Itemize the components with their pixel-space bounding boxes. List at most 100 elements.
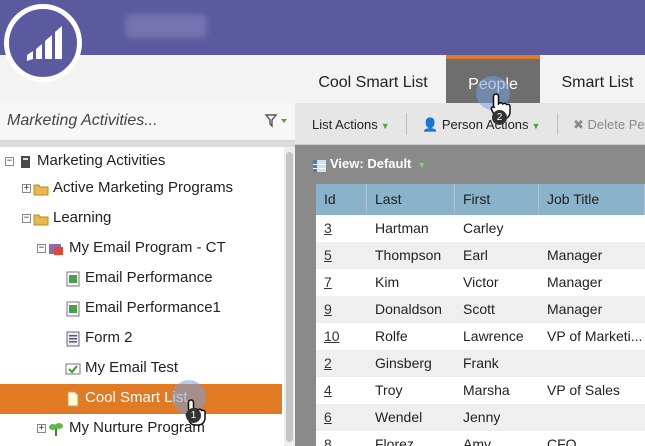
tree-label: Learning	[53, 209, 112, 226]
cell-id[interactable]: 4	[316, 377, 367, 404]
view-label: View: Default	[330, 156, 412, 171]
column-header-last[interactable]: Last	[367, 184, 455, 215]
person-icon: 👤	[422, 117, 442, 132]
people-toolbar: List Actions ▼ 👤 Person Actions ▼ ✖ Delete…	[295, 103, 645, 145]
email-test-icon	[65, 361, 81, 377]
cell-job-title: Manager	[547, 274, 603, 290]
cell-job-title: Manager	[547, 247, 603, 263]
tree-item-marketing-activities[interactable]: − Marketing Activities	[0, 147, 282, 177]
delete-person-label: Delete Pe	[587, 117, 645, 132]
tree-item-my-nurture-program[interactable]: + My Nurture Program	[0, 414, 282, 444]
cell-id[interactable]: 2	[316, 350, 367, 377]
tree-item-active-marketing-programs[interactable]: + Active Marketing Programs	[0, 174, 282, 204]
nurture-program-icon	[48, 421, 64, 437]
form-icon	[65, 331, 81, 347]
expand-icon[interactable]: +	[37, 424, 46, 433]
tab-smart-list[interactable]: Smart List	[540, 55, 645, 103]
cell-last: Wendel	[375, 409, 423, 425]
collapse-icon[interactable]: −	[22, 214, 31, 223]
root-icon	[18, 154, 34, 170]
tab-strip: Cool Smart List People Smart List	[0, 55, 645, 103]
toolbar-separator	[557, 113, 558, 135]
tree-label: Email Performance	[85, 269, 213, 286]
tree-search-box[interactable]: Marketing Activities...	[0, 103, 295, 141]
table-row[interactable]: 3 Hartman Carley	[316, 215, 645, 242]
table-row[interactable]: 2 Ginsberg Frank	[316, 350, 645, 377]
table-row[interactable]: 7 Kim Victor Manager	[316, 269, 645, 296]
dropdown-arrow-icon: ▼	[417, 160, 427, 170]
table-row[interactable]: 6 Wendel Jenny	[316, 404, 645, 431]
email-program-icon	[48, 241, 64, 257]
cell-last: Troy	[375, 382, 403, 398]
step-badge: 1	[186, 408, 201, 423]
top-header	[0, 0, 645, 55]
tree-item-form-2[interactable]: Form 2	[0, 324, 282, 354]
tree-item-learning[interactable]: − Learning	[0, 204, 282, 234]
report-icon	[65, 301, 81, 317]
tree-item-email-performance[interactable]: Email Performance	[0, 264, 282, 294]
tree-item-my-email-test[interactable]: My Email Test	[0, 354, 282, 384]
cell-job-title: VP of Sales	[547, 382, 620, 398]
tree-label: My Email Test	[85, 359, 179, 376]
grid-view-icon	[313, 157, 326, 172]
dropdown-arrow-icon: ▼	[531, 121, 541, 131]
cell-first: Frank	[463, 355, 499, 371]
grid-header-row: Id Last First Job Title	[316, 184, 645, 215]
cell-last: Kim	[375, 274, 400, 290]
table-row[interactable]: 9 Donaldson Scott Manager	[316, 296, 645, 323]
tree-label: Active Marketing Programs	[53, 179, 234, 196]
column-header-job-title[interactable]: Job Title	[539, 184, 645, 215]
tree-label: Email Performance1	[85, 299, 221, 316]
toolbar-separator	[406, 113, 407, 135]
view-selector[interactable]: View: Default ▼	[330, 156, 426, 171]
tree-item-my-email-program-ct[interactable]: − My Email Program - CT	[0, 234, 282, 264]
cell-id[interactable]: 6	[316, 404, 367, 431]
table-row[interactable]: 8 Florez Amy CFO	[316, 431, 645, 446]
report-icon	[65, 271, 81, 287]
column-header-first[interactable]: First	[455, 184, 539, 215]
cell-id[interactable]: 7	[316, 269, 367, 296]
cell-id[interactable]: 8	[316, 431, 367, 446]
marketing-activities-tree: − Marketing Activities + Active Marketin…	[0, 147, 282, 446]
marketo-logo-icon[interactable]	[4, 4, 82, 82]
step-badge: 2	[492, 110, 507, 125]
person-actions-label: Person Actions	[441, 117, 529, 132]
table-row[interactable]: 4 Troy Marsha VP of Sales	[316, 377, 645, 404]
person-actions-button[interactable]: 👤 Person Actions ▼	[422, 117, 540, 133]
cell-job-title: VP of Marketi...	[547, 328, 643, 344]
cell-id[interactable]: 3	[316, 215, 367, 242]
table-row[interactable]: 10 Rolfe Lawrence VP of Marketi...	[316, 323, 645, 350]
marketo-app-window: Cool Smart List People Smart List Market…	[0, 0, 645, 446]
cell-job-title	[539, 350, 645, 377]
tree-label: My Email Program - CT	[69, 239, 226, 256]
list-actions-button[interactable]: List Actions ▼	[312, 117, 390, 132]
tab-cool-smart-list[interactable]: Cool Smart List	[300, 55, 446, 103]
table-row[interactable]: 5 Thompson Earl Manager	[316, 242, 645, 269]
column-header-id[interactable]: Id	[316, 184, 367, 215]
tree-label: Marketing Activities	[37, 152, 166, 169]
delete-person-button[interactable]: ✖ Delete Pe	[573, 117, 645, 133]
cell-id[interactable]: 9	[316, 296, 367, 323]
logo-bars	[27, 26, 62, 61]
collapse-icon[interactable]: −	[37, 244, 46, 253]
cell-id[interactable]: 5	[316, 242, 367, 269]
filter-pin-icon[interactable]	[262, 111, 292, 131]
cell-first: Victor	[463, 274, 499, 290]
cell-last: Florez	[375, 436, 414, 446]
list-actions-label: List Actions	[312, 117, 378, 132]
collapse-icon[interactable]: −	[5, 157, 14, 166]
dropdown-arrow-icon: ▼	[380, 121, 390, 131]
cell-first: Marsha	[463, 382, 510, 398]
cell-last: Donaldson	[375, 301, 442, 317]
cell-job-title	[539, 215, 645, 242]
cell-first: Carley	[463, 220, 504, 236]
tree-item-cool-smart-list[interactable]: Cool Smart List	[0, 384, 282, 414]
cell-first: Jenny	[463, 409, 501, 425]
tree-item-email-performance1[interactable]: Email Performance1	[0, 294, 282, 324]
account-name-blurred	[125, 14, 207, 38]
delete-person-icon: ✖	[573, 117, 588, 132]
people-grid: Id Last First Job Title 3 Hartman Carley 5 T…	[316, 184, 645, 446]
cell-id[interactable]: 10	[316, 323, 367, 350]
tree-scrollbar-thumb[interactable]	[286, 152, 293, 442]
expand-icon[interactable]: +	[22, 184, 31, 193]
